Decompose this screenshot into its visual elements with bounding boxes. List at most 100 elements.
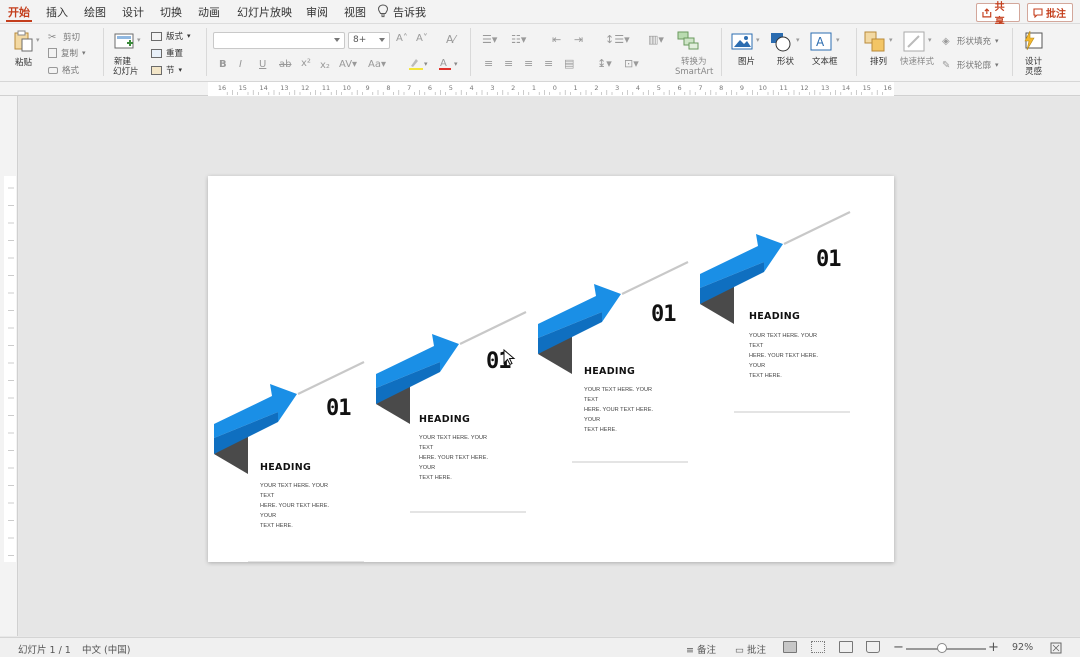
normal-view-button[interactable]: [783, 641, 797, 653]
numbering-icon[interactable]: ☷▾: [511, 33, 526, 46]
format-painter-button[interactable]: 格式: [48, 64, 79, 76]
step-1-number[interactable]: 01: [326, 396, 351, 421]
status-comments-button[interactable]: ▭ 批注: [735, 642, 766, 656]
new-slide-icon[interactable]: [113, 30, 135, 52]
step-4-number[interactable]: 01: [816, 247, 841, 272]
strikethrough-button[interactable]: ab: [279, 59, 291, 70]
bold-button[interactable]: B: [219, 59, 227, 70]
change-case-button[interactable]: Aa▾: [368, 59, 386, 70]
quick-styles-dropdown-icon[interactable]: ▾: [928, 36, 932, 44]
shape-fill-button[interactable]: ◈ 形状填充 ▾: [942, 35, 999, 48]
step-3-body[interactable]: YOUR TEXT HERE. YOUR TEXT HERE. YOUR TEX…: [584, 385, 666, 435]
font-family-select[interactable]: [213, 32, 345, 49]
arrange-icon[interactable]: [864, 31, 886, 53]
reading-view-button[interactable]: [839, 641, 853, 653]
align-left-icon[interactable]: ≡: [484, 57, 493, 70]
columns-icon[interactable]: ▥▾: [648, 33, 664, 46]
step-4-heading[interactable]: HEADING: [749, 311, 800, 322]
convert-smartart-label-2[interactable]: SmartArt: [675, 67, 713, 77]
copy-button[interactable]: 复制 ▾: [48, 47, 86, 59]
new-slide-label-2[interactable]: 幻灯片: [113, 67, 139, 77]
textbox-dropdown-icon[interactable]: ▾: [836, 36, 840, 44]
step-3-heading[interactable]: HEADING: [584, 366, 635, 377]
align-center-icon[interactable]: ≡: [504, 57, 513, 70]
text-direction-icon[interactable]: ↨▾: [597, 57, 612, 70]
designer-icon[interactable]: [1022, 30, 1044, 52]
picture-dropdown-icon[interactable]: ▾: [756, 36, 760, 44]
zoom-out-button[interactable]: −: [893, 640, 904, 655]
step-1-heading[interactable]: HEADING: [260, 462, 311, 473]
convert-smartart-label-1[interactable]: 转换为: [681, 57, 707, 67]
slideshow-view-button[interactable]: [866, 641, 880, 653]
step-4-body[interactable]: YOUR TEXT HERE. YOUR TEXT HERE. YOUR TEX…: [749, 331, 831, 381]
shapes-icon[interactable]: [770, 31, 792, 53]
tab-insert[interactable]: 插入: [46, 4, 68, 20]
designer-label-1[interactable]: 设计: [1025, 57, 1042, 67]
picture-icon[interactable]: [731, 31, 753, 53]
clear-format-icon[interactable]: A⁄: [446, 33, 455, 46]
slide[interactable]: 01 HEADING YOUR TEXT HERE. YOUR TEXT HER…: [208, 176, 894, 562]
language-indicator[interactable]: 中文 (中国): [82, 642, 130, 656]
tab-animations[interactable]: 动画: [198, 4, 220, 20]
italic-button[interactable]: I: [239, 59, 242, 70]
justify-icon[interactable]: ≡: [544, 57, 553, 70]
zoom-level[interactable]: 92%: [1012, 642, 1033, 653]
fit-to-window-icon[interactable]: [1050, 642, 1062, 654]
new-slide-label-1[interactable]: 新建: [114, 57, 131, 67]
shape-outline-button[interactable]: ✎ 形状轮廓 ▾: [942, 59, 999, 72]
char-spacing-button[interactable]: AV▾: [339, 59, 357, 70]
step-3-number[interactable]: 01: [651, 302, 676, 327]
distributed-icon[interactable]: ▤: [564, 57, 574, 70]
step-2-heading[interactable]: HEADING: [419, 414, 470, 425]
tab-design[interactable]: 设计: [122, 4, 144, 20]
bullets-icon[interactable]: ☰▾: [482, 33, 497, 46]
arrange-dropdown-icon[interactable]: ▾: [889, 36, 893, 44]
cut-button[interactable]: ✂ 剪切: [48, 31, 80, 44]
tab-slideshow[interactable]: 幻灯片放映: [237, 4, 292, 20]
shapes-label[interactable]: 形状: [777, 57, 794, 67]
tab-home[interactable]: 开始: [6, 4, 32, 22]
textbox-icon[interactable]: A: [810, 31, 832, 53]
quick-styles-label[interactable]: 快速样式: [900, 57, 934, 67]
paste-icon[interactable]: [12, 30, 34, 52]
highlight-icon[interactable]: ▾: [408, 57, 428, 71]
tab-review[interactable]: 审阅: [306, 4, 328, 20]
notes-button[interactable]: ≡ 备注: [686, 642, 716, 656]
designer-label-2[interactable]: 灵感: [1025, 67, 1042, 77]
comments-button[interactable]: 批注: [1027, 3, 1073, 22]
align-text-icon[interactable]: ⊡▾: [624, 57, 639, 70]
vertical-ruler[interactable]: [0, 96, 18, 636]
step-1-body[interactable]: YOUR TEXT HERE. YOUR TEXT HERE. YOUR TEX…: [260, 481, 342, 531]
font-size-select[interactable]: 8+: [348, 32, 390, 49]
tab-draw[interactable]: 绘图: [84, 4, 106, 20]
new-slide-dropdown-icon[interactable]: ▾: [137, 36, 141, 44]
superscript-button[interactable]: x²: [301, 58, 311, 69]
line-spacing-icon[interactable]: ↕☰▾: [605, 33, 630, 46]
increase-font-icon[interactable]: A˄: [396, 33, 408, 44]
tab-view[interactable]: 视图: [344, 4, 366, 20]
zoom-in-button[interactable]: +: [988, 640, 999, 655]
decrease-indent-icon[interactable]: ⇤: [552, 33, 561, 46]
textbox-label[interactable]: 文本框: [812, 57, 838, 67]
horizontal-ruler[interactable]: 16 15 14 13 12 11 10 9 8 7 6 5 4 3 2 1 0 1 2 3 4 5 6 7 8 9 10 11 12 1…: [0, 82, 1080, 96]
step-2-body[interactable]: YOUR TEXT HERE. YOUR TEXT HERE. YOUR TEX…: [419, 433, 501, 483]
picture-label[interactable]: 图片: [738, 57, 755, 67]
quick-styles-icon[interactable]: [903, 31, 925, 53]
shapes-dropdown-icon[interactable]: ▾: [796, 36, 800, 44]
subscript-button[interactable]: x₂: [320, 60, 330, 71]
reset-button[interactable]: 重置: [151, 47, 183, 59]
increase-indent-icon[interactable]: ⇥: [574, 33, 583, 46]
decrease-font-icon[interactable]: A˅: [416, 33, 428, 44]
tab-transitions[interactable]: 切换: [160, 4, 182, 20]
align-right-icon[interactable]: ≡: [524, 57, 533, 70]
paste-dropdown-icon[interactable]: ▾: [36, 36, 40, 44]
slide-sorter-view-button[interactable]: [811, 641, 825, 653]
underline-button[interactable]: U: [259, 59, 266, 70]
zoom-slider-handle[interactable]: [937, 643, 947, 653]
share-button[interactable]: 共享: [976, 2, 1020, 28]
smartart-icon[interactable]: [676, 29, 700, 51]
tell-me-search[interactable]: 告诉我: [393, 4, 426, 20]
paste-label[interactable]: 粘贴: [15, 58, 32, 68]
arrange-label[interactable]: 排列: [870, 57, 887, 67]
section-button[interactable]: 节 ▾: [151, 64, 182, 76]
